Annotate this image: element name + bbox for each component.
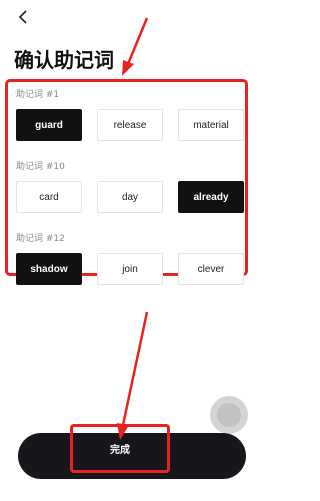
annotation-arrow: [121, 311, 149, 426]
word-option[interactable]: already: [178, 181, 244, 213]
mnemonic-group-12: 助记词 #12 shadow join clever: [16, 232, 244, 285]
word-option[interactable]: clever: [178, 253, 244, 285]
group-label: 助记词 #1: [16, 90, 60, 100]
annotation-arrow: [126, 17, 149, 65]
chevron-left-icon: [18, 10, 27, 24]
done-button[interactable]: 完成: [70, 424, 170, 473]
word-option[interactable]: card: [16, 181, 82, 213]
annotation-arrowhead: [122, 60, 134, 76]
word-option[interactable]: release: [97, 109, 163, 141]
mnemonic-group-1: 助记词 #1 guard release material: [16, 88, 244, 141]
page-title: 确认助记词: [14, 48, 114, 72]
mnemonic-selection-panel: 助记词 #1 guard release material 助记词 #10 ca…: [5, 79, 248, 285]
circle-icon: [217, 403, 241, 427]
floating-assistive-button[interactable]: [210, 396, 248, 434]
back-button[interactable]: [14, 8, 32, 26]
mnemonic-group-10: 助记词 #10 card day already: [16, 160, 244, 213]
group-label: 助记词 #12: [16, 234, 65, 244]
word-option[interactable]: guard: [16, 109, 82, 141]
group-label: 助记词 #10: [16, 162, 65, 172]
word-option[interactable]: join: [97, 253, 163, 285]
word-option[interactable]: day: [97, 181, 163, 213]
word-option[interactable]: material: [178, 109, 244, 141]
confirm-mnemonic-screen: 确认助记词 助记词 #1 guard release material 助记词 …: [0, 0, 252, 501]
word-option[interactable]: shadow: [16, 253, 82, 285]
